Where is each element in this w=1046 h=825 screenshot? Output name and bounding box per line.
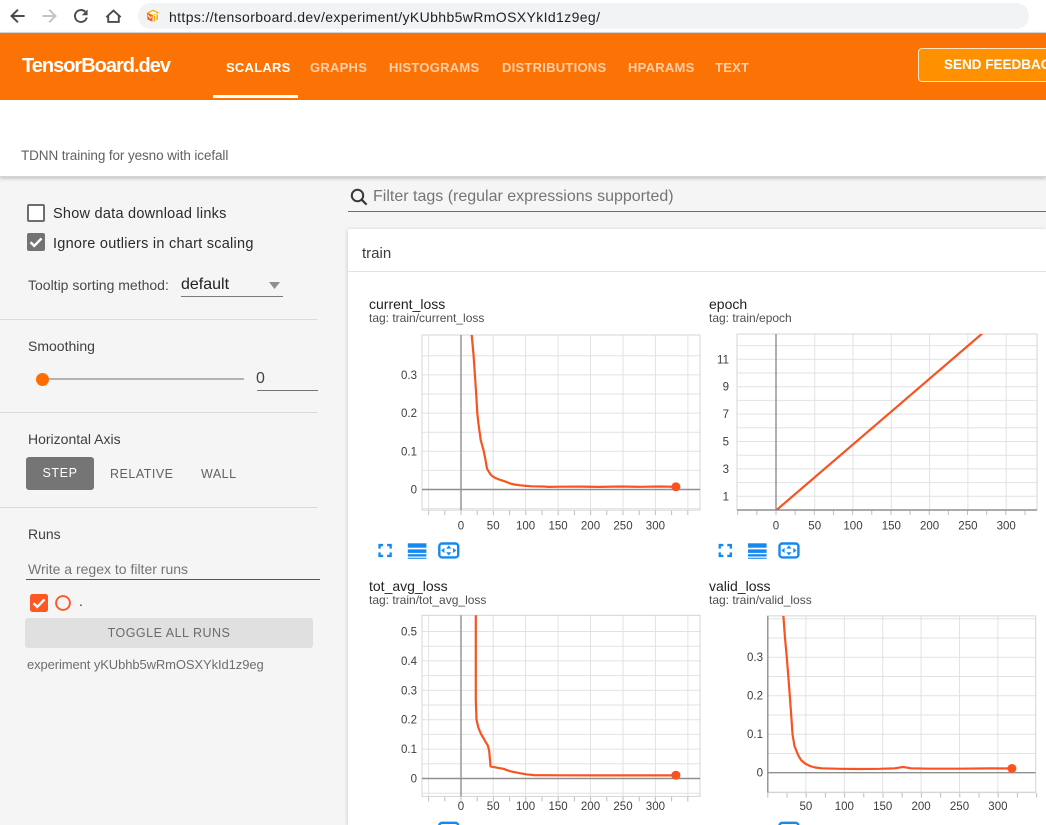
svg-text:0.2: 0.2 xyxy=(401,715,417,727)
svg-text:250: 250 xyxy=(950,801,969,813)
svg-text:0.5: 0.5 xyxy=(401,627,417,639)
svg-text:0.3: 0.3 xyxy=(401,370,417,382)
svg-text:100: 100 xyxy=(835,801,854,813)
svg-text:50: 50 xyxy=(487,520,500,532)
svg-text:150: 150 xyxy=(873,801,892,813)
svg-text:250: 250 xyxy=(958,520,977,532)
svg-text:0: 0 xyxy=(458,520,464,532)
svg-text:0.2: 0.2 xyxy=(401,408,417,420)
svg-text:0: 0 xyxy=(411,774,417,786)
svg-text:0.3: 0.3 xyxy=(747,652,763,664)
svg-text:150: 150 xyxy=(882,520,901,532)
svg-text:300: 300 xyxy=(646,801,665,813)
svg-text:200: 200 xyxy=(581,801,600,813)
svg-text:250: 250 xyxy=(613,520,632,532)
svg-text:200: 200 xyxy=(912,801,931,813)
svg-text:0: 0 xyxy=(458,801,464,813)
svg-text:100: 100 xyxy=(516,801,535,813)
svg-text:0: 0 xyxy=(773,520,779,532)
svg-text:100: 100 xyxy=(516,520,535,532)
svg-text:250: 250 xyxy=(613,801,632,813)
svg-text:0.4: 0.4 xyxy=(401,656,418,668)
svg-text:0.1: 0.1 xyxy=(747,729,763,741)
svg-text:50: 50 xyxy=(487,801,500,813)
svg-text:0.3: 0.3 xyxy=(401,685,417,697)
svg-text:0: 0 xyxy=(757,768,763,780)
svg-text:300: 300 xyxy=(988,801,1007,813)
svg-text:150: 150 xyxy=(549,801,568,813)
svg-text:300: 300 xyxy=(997,520,1016,532)
svg-text:300: 300 xyxy=(646,520,665,532)
svg-text:0.1: 0.1 xyxy=(401,744,417,756)
svg-text:0.1: 0.1 xyxy=(401,446,417,458)
svg-text:9: 9 xyxy=(723,382,729,394)
svg-text:5: 5 xyxy=(723,437,729,449)
svg-text:7: 7 xyxy=(723,409,729,421)
svg-text:150: 150 xyxy=(549,520,568,532)
svg-text:3: 3 xyxy=(723,464,729,476)
svg-text:0.2: 0.2 xyxy=(747,691,763,703)
svg-text:200: 200 xyxy=(581,520,600,532)
svg-text:200: 200 xyxy=(920,520,939,532)
svg-text:11: 11 xyxy=(717,354,729,366)
svg-text:50: 50 xyxy=(800,801,813,813)
svg-text:1: 1 xyxy=(723,491,729,503)
svg-text:0: 0 xyxy=(411,485,417,497)
svg-text:50: 50 xyxy=(808,520,821,532)
svg-text:100: 100 xyxy=(843,520,862,532)
